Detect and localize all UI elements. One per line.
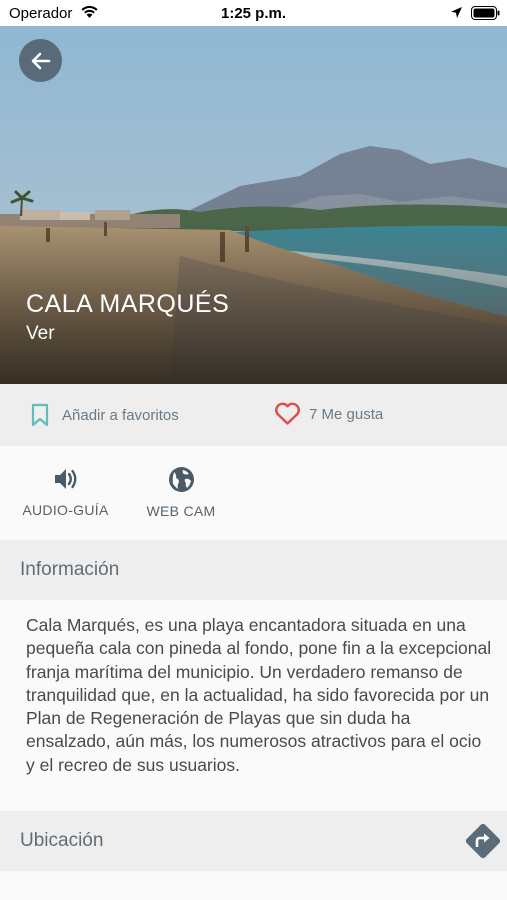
view-link[interactable]: Ver	[26, 323, 55, 345]
info-section-body: Cala Marqués, es una playa encantadora s…	[0, 600, 507, 811]
info-section-header: Información	[0, 540, 507, 600]
add-favorite-label: Añadir a favoritos	[62, 406, 179, 424]
beach-photo	[0, 26, 507, 384]
hero-section: CALA MARQUÉS Ver	[0, 26, 507, 384]
heart-icon	[275, 402, 300, 425]
directions-icon	[465, 823, 501, 859]
like-button[interactable]: 7 Me gusta	[274, 402, 383, 426]
location-section-title: Ubicación	[20, 830, 104, 851]
globe-icon	[168, 467, 194, 492]
clock-time: 1:25 p.m.	[220, 5, 287, 22]
likes-count-label: 7 Me gusta	[309, 405, 384, 423]
bottom-area	[0, 871, 507, 900]
arrow-left-icon	[31, 52, 50, 69]
location-arrow-icon	[451, 7, 462, 18]
actions-row: Añadir a favoritos 7 Me gusta	[0, 384, 507, 446]
add-favorite-button[interactable]: Añadir a favoritos	[30, 403, 179, 427]
description-text: Cala Marqués, es una playa encantadora s…	[26, 615, 492, 775]
info-section-title: Información	[20, 559, 120, 580]
battery-icon	[471, 6, 500, 20]
webcam-label: WEB CAM	[146, 503, 216, 519]
bookmark-icon	[31, 403, 49, 427]
back-button[interactable]	[19, 39, 62, 82]
audio-guide-button[interactable]: AUDIO-GUÍA	[18, 466, 113, 518]
audio-guide-label: AUDIO-GUÍA	[22, 502, 109, 518]
directions-button[interactable]	[462, 820, 504, 862]
webcam-button[interactable]: WEB CAM	[140, 466, 222, 519]
location-section-header: Ubicación	[0, 811, 507, 871]
status-bar: Operador 1:25 p.m.	[0, 0, 507, 26]
speaker-icon	[54, 469, 76, 489]
place-title: CALA MARQUÉS	[26, 290, 230, 318]
tools-row: AUDIO-GUÍA WEB CAM	[0, 446, 507, 540]
